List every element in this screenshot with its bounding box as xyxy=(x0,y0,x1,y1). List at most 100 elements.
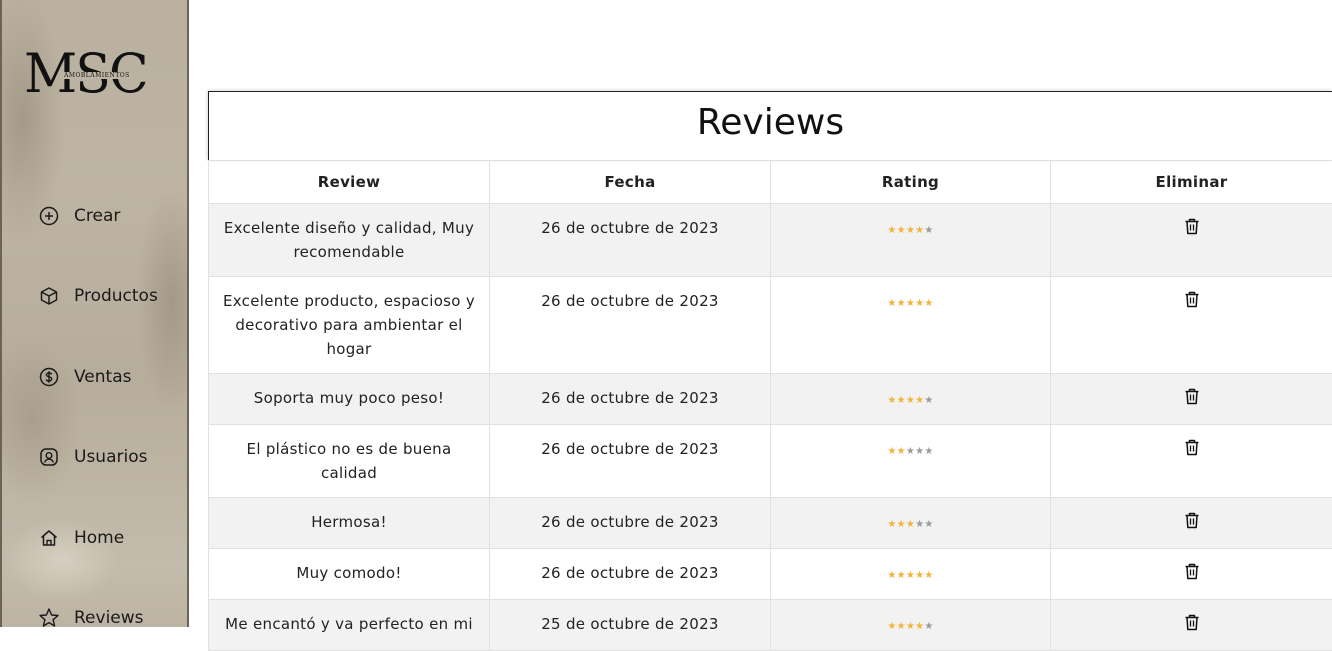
nav-item-ventas[interactable]: Ventas xyxy=(38,365,131,389)
review-rating-cell: ★★★★★ xyxy=(771,277,1051,374)
brand-logo[interactable]: MSC AMOBLAMIENTOS xyxy=(24,44,174,104)
home-icon xyxy=(38,527,60,549)
star-filled-icon: ★ xyxy=(915,298,924,310)
user-square-icon xyxy=(38,446,60,468)
review-delete-cell xyxy=(1051,600,1332,651)
review-date-cell: 26 de octubre de 2023 xyxy=(490,549,771,600)
review-date-cell: 25 de octubre de 2023 xyxy=(490,600,771,651)
dollar-circle-icon xyxy=(38,366,60,388)
star-empty-icon: ★ xyxy=(924,395,933,407)
star-empty-icon: ★ xyxy=(924,519,933,531)
table-row: El plástico no es de buena calidad26 de … xyxy=(209,425,1332,498)
trash-icon xyxy=(1184,512,1200,529)
star-outline-icon xyxy=(38,607,60,627)
table-row: Soporta muy poco peso!26 de octubre de 2… xyxy=(209,374,1332,425)
star-filled-icon: ★ xyxy=(897,298,906,310)
review-delete-cell xyxy=(1051,425,1332,498)
review-text-cell: Hermosa! xyxy=(209,498,490,549)
star-filled-icon: ★ xyxy=(887,225,896,237)
trash-icon xyxy=(1184,563,1200,580)
delete-review-button[interactable] xyxy=(1183,563,1201,581)
nav-item-productos[interactable]: Productos xyxy=(38,284,158,308)
review-date-cell: 26 de octubre de 2023 xyxy=(490,425,771,498)
delete-review-button[interactable] xyxy=(1183,388,1201,406)
review-text-cell: Me encantó y va perfecto en mi xyxy=(209,600,490,651)
reviews-table: Review Fecha Rating Eliminar Excelente d… xyxy=(208,160,1332,651)
nav-label: Usuarios xyxy=(74,447,147,467)
review-rating-cell: ★★★★★ xyxy=(771,204,1051,277)
review-text-cell: El plástico no es de buena calidad xyxy=(209,425,490,498)
review-date-cell: 26 de octubre de 2023 xyxy=(490,498,771,549)
star-rating: ★★★★★ xyxy=(887,446,933,458)
star-filled-icon: ★ xyxy=(897,225,906,237)
star-empty-icon: ★ xyxy=(915,446,924,458)
star-filled-icon: ★ xyxy=(897,621,906,633)
star-filled-icon: ★ xyxy=(924,298,933,310)
delete-review-button[interactable] xyxy=(1183,218,1201,236)
star-filled-icon: ★ xyxy=(906,570,915,582)
table-body: Excelente diseño y calidad, Muy recomend… xyxy=(209,204,1332,651)
star-filled-icon: ★ xyxy=(897,570,906,582)
trash-icon xyxy=(1184,218,1200,235)
star-filled-icon: ★ xyxy=(906,621,915,633)
star-empty-icon: ★ xyxy=(924,225,933,237)
reviews-header: Reviews xyxy=(208,91,1332,161)
nav-item-crear[interactable]: Crear xyxy=(38,204,120,228)
sidebar: MSC AMOBLAMIENTOS Crear Productos Ventas… xyxy=(0,0,189,627)
star-filled-icon: ★ xyxy=(887,298,896,310)
star-filled-icon: ★ xyxy=(887,395,896,407)
nav-label: Home xyxy=(74,528,124,548)
star-filled-icon: ★ xyxy=(897,519,906,531)
review-delete-cell xyxy=(1051,277,1332,374)
box-icon xyxy=(38,285,60,307)
trash-icon xyxy=(1184,388,1200,405)
plus-circle-icon xyxy=(38,205,60,227)
delete-review-button[interactable] xyxy=(1183,614,1201,632)
column-header-review: Review xyxy=(209,161,490,204)
page-title: Reviews xyxy=(209,102,1332,143)
logo-subtext: AMOBLAMIENTOS xyxy=(62,72,132,79)
trash-icon xyxy=(1184,614,1200,631)
star-filled-icon: ★ xyxy=(887,519,896,531)
review-date-cell: 26 de octubre de 2023 xyxy=(490,374,771,425)
star-rating: ★★★★★ xyxy=(887,298,933,310)
delete-review-button[interactable] xyxy=(1183,512,1201,530)
review-date-cell: 26 de octubre de 2023 xyxy=(490,204,771,277)
nav-item-reviews[interactable]: Reviews xyxy=(38,606,144,627)
review-text-cell: Excelente diseño y calidad, Muy recomend… xyxy=(209,204,490,277)
star-filled-icon: ★ xyxy=(906,519,915,531)
review-text-cell: Muy comodo! xyxy=(209,549,490,600)
table-row: Excelente producto, espacioso y decorati… xyxy=(209,277,1332,374)
star-empty-icon: ★ xyxy=(915,519,924,531)
star-filled-icon: ★ xyxy=(887,570,896,582)
table-row: Excelente diseño y calidad, Muy recomend… xyxy=(209,204,1332,277)
review-delete-cell xyxy=(1051,204,1332,277)
review-rating-cell: ★★★★★ xyxy=(771,600,1051,651)
star-filled-icon: ★ xyxy=(897,395,906,407)
star-filled-icon: ★ xyxy=(906,395,915,407)
table-row: Hermosa!26 de octubre de 2023★★★★★ xyxy=(209,498,1332,549)
star-filled-icon: ★ xyxy=(915,395,924,407)
review-delete-cell xyxy=(1051,498,1332,549)
star-filled-icon: ★ xyxy=(897,446,906,458)
star-filled-icon: ★ xyxy=(906,298,915,310)
star-filled-icon: ★ xyxy=(915,225,924,237)
nav-item-home[interactable]: Home xyxy=(38,526,124,550)
delete-review-button[interactable] xyxy=(1183,439,1201,457)
table-row: Muy comodo!26 de octubre de 2023★★★★★ xyxy=(209,549,1332,600)
column-header-rating: Rating xyxy=(771,161,1051,204)
review-rating-cell: ★★★★★ xyxy=(771,549,1051,600)
review-rating-cell: ★★★★★ xyxy=(771,498,1051,549)
nav-label: Reviews xyxy=(74,608,144,627)
star-rating: ★★★★★ xyxy=(887,621,933,633)
star-empty-icon: ★ xyxy=(924,446,933,458)
review-delete-cell xyxy=(1051,374,1332,425)
review-rating-cell: ★★★★★ xyxy=(771,425,1051,498)
table-header-row: Review Fecha Rating Eliminar xyxy=(209,161,1332,204)
star-empty-icon: ★ xyxy=(924,621,933,633)
review-text-cell: Excelente producto, espacioso y decorati… xyxy=(209,277,490,374)
star-filled-icon: ★ xyxy=(887,446,896,458)
column-header-fecha: Fecha xyxy=(490,161,771,204)
nav-item-usuarios[interactable]: Usuarios xyxy=(38,445,147,469)
delete-review-button[interactable] xyxy=(1183,291,1201,309)
